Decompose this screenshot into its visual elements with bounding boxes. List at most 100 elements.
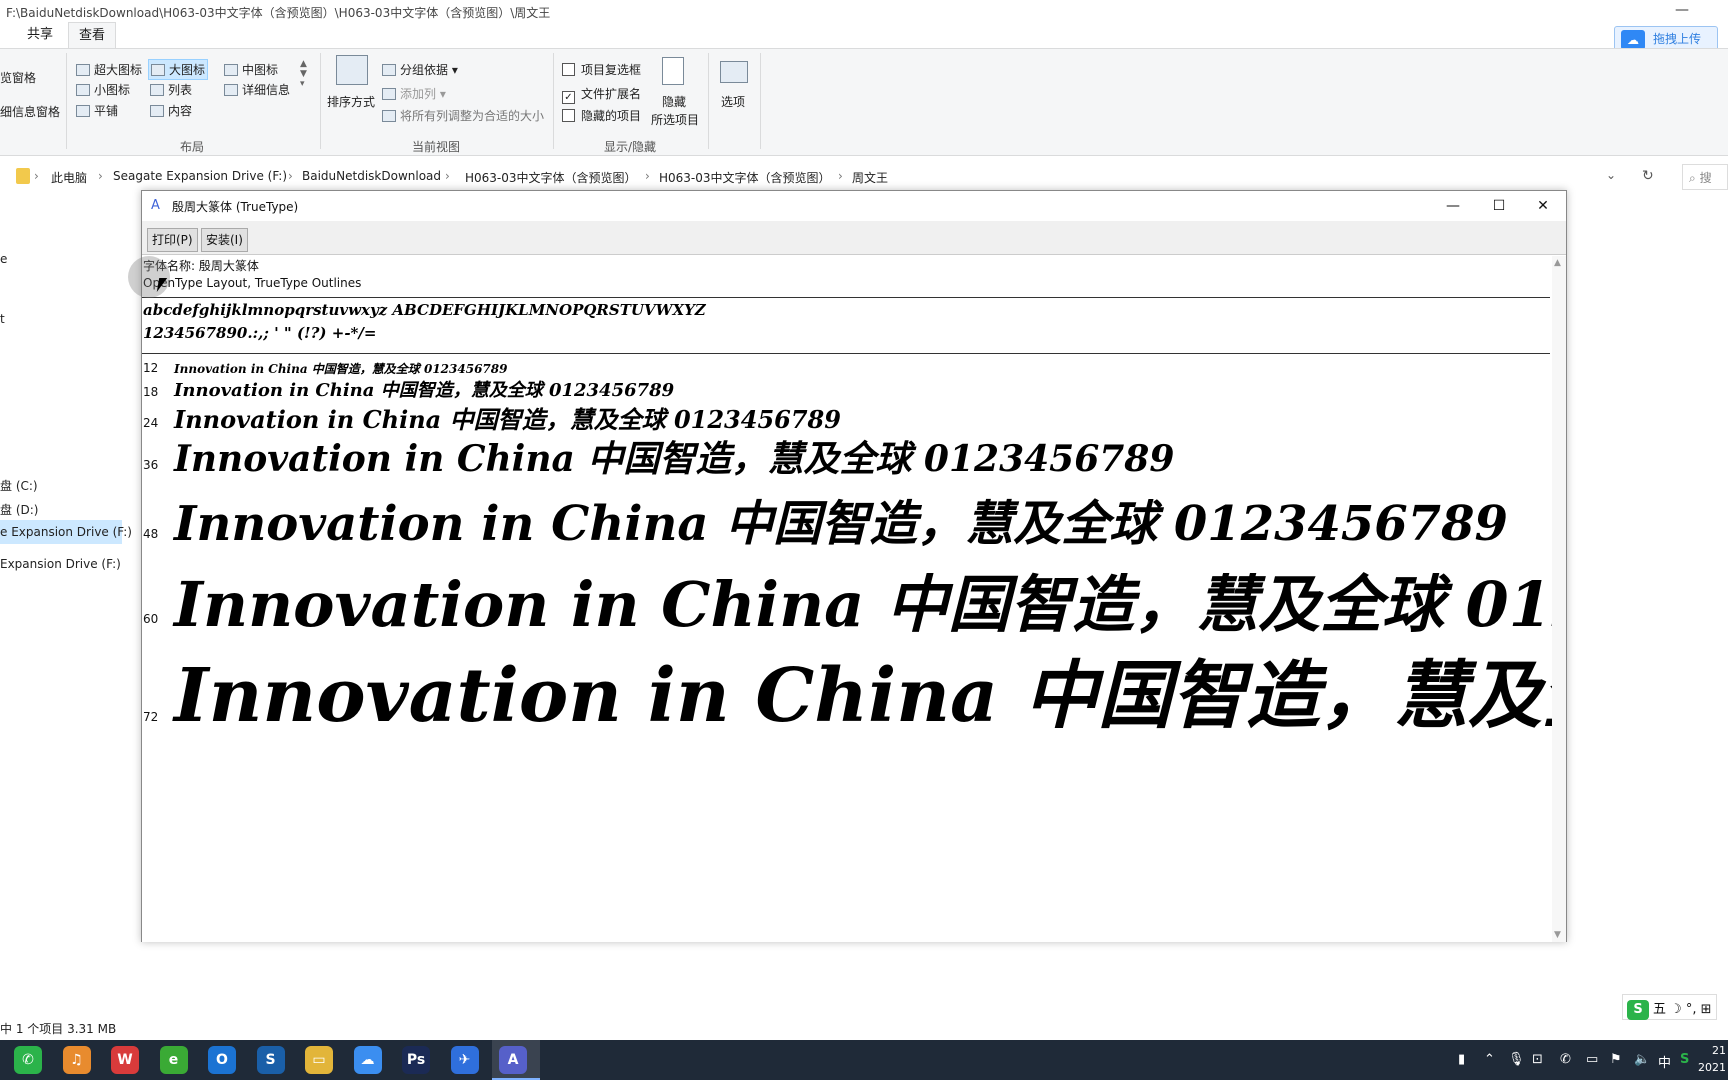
scroll-up-icon[interactable]: ▲ bbox=[1554, 258, 1561, 268]
taskbar-sketchup-icon[interactable]: S bbox=[256, 1046, 285, 1074]
maximize-button[interactable]: ☐ bbox=[1476, 191, 1522, 221]
hidden-items-toggle[interactable]: 隐藏的项目 bbox=[562, 107, 641, 124]
preview-pane-button[interactable]: 览窗格 bbox=[0, 69, 36, 86]
sogou-ime-icon: S bbox=[1627, 1000, 1649, 1020]
chevron-up-icon[interactable]: ⌃ bbox=[1484, 1052, 1495, 1067]
size-label-60: 60 bbox=[143, 612, 159, 626]
close-button[interactable]: ✕ bbox=[1520, 191, 1566, 221]
list-icon bbox=[150, 84, 164, 96]
breadcrumb-h063-1[interactable]: H063-03中文字体（含预览图） bbox=[465, 169, 637, 186]
print-button[interactable]: 打印(P) bbox=[147, 228, 198, 252]
minimize-button[interactable]: — bbox=[1672, 2, 1692, 22]
divider bbox=[760, 53, 761, 149]
details-pane-button[interactable]: 细信息窗格 bbox=[0, 103, 60, 120]
layout-content[interactable]: 内容 bbox=[150, 102, 192, 119]
chevron-right-icon: › bbox=[288, 169, 293, 183]
layout-tiles[interactable]: 平铺 bbox=[76, 102, 118, 119]
small-icons-icon bbox=[76, 84, 90, 96]
sogou-tray-icon[interactable]: S bbox=[1680, 1052, 1689, 1067]
options-icon[interactable] bbox=[720, 61, 748, 83]
address-bar[interactable]: › 此电脑 › Seagate Expansion Drive (F:) › B… bbox=[8, 166, 1608, 190]
nav-item-drive-d[interactable]: 盘 (D:) bbox=[0, 501, 38, 518]
minimize-button[interactable]: — bbox=[1430, 191, 1476, 221]
hide-selected-label-2[interactable]: 所选项目 bbox=[651, 111, 699, 128]
input-language-indicator[interactable]: 中 bbox=[1658, 1052, 1671, 1071]
font-viewer-titlebar[interactable]: A 殷周大篆体 (TrueType) — ☐ ✕ bbox=[142, 191, 1566, 221]
vertical-scrollbar[interactable]: ▲ ▼ bbox=[1552, 256, 1566, 942]
taskbar-wps-icon[interactable]: W bbox=[111, 1046, 139, 1074]
layout-label: 小图标 bbox=[94, 83, 131, 97]
layout-medium-icons[interactable]: 中图标 bbox=[224, 61, 278, 78]
tab-share[interactable]: 共享 bbox=[22, 22, 58, 48]
sample-row-12: Innovation in China 中国智造，慧及全球 0123456789 bbox=[174, 362, 508, 376]
font-viewer-window: A 殷周大篆体 (TrueType) — ☐ ✕ 打印(P) 安装(I) 字体名… bbox=[141, 190, 1567, 942]
details-icon bbox=[224, 84, 238, 96]
taskbar-font-viewer-icon[interactable]: A bbox=[499, 1046, 527, 1074]
taskbar-wechat-icon[interactable]: ✆ bbox=[14, 1046, 42, 1074]
search-input[interactable]: ⌕ 搜 bbox=[1682, 164, 1728, 190]
taskbar-baidunetdisk-icon[interactable]: ☁ bbox=[353, 1046, 382, 1074]
layout-small-icons[interactable]: 小图标 bbox=[76, 81, 130, 98]
sort-icon[interactable] bbox=[336, 55, 368, 85]
item-checkboxes-toggle[interactable]: 项目复选框 bbox=[562, 61, 641, 78]
taskbar-outlook-icon[interactable]: O bbox=[208, 1046, 236, 1074]
nav-item-drive-f-selected[interactable]: e Expansion Drive (F:) bbox=[0, 525, 132, 539]
checkbox-checked[interactable]: ✓ bbox=[562, 91, 575, 104]
ime-toolbar[interactable]: S 五 ☽ °, ⊞ bbox=[1622, 994, 1717, 1020]
layout-details[interactable]: 详细信息 bbox=[224, 81, 290, 98]
install-button[interactable]: 安装(I) bbox=[201, 228, 248, 252]
checkbox[interactable] bbox=[562, 63, 575, 76]
mic-icon[interactable]: 🎙 bbox=[1508, 1052, 1525, 1067]
network-icon[interactable]: ⊡ bbox=[1532, 1052, 1543, 1067]
hide-selected-icon[interactable] bbox=[662, 57, 684, 85]
tab-view[interactable]: 查看 bbox=[68, 22, 116, 48]
volume-icon[interactable]: 🔈 bbox=[1634, 1052, 1650, 1067]
taskbar-browser-icon[interactable]: e bbox=[159, 1046, 188, 1074]
taskbar-sound-icon[interactable]: ♫ bbox=[62, 1046, 91, 1074]
size-label-12: 12 bbox=[143, 361, 159, 375]
layout-label: 超大图标 bbox=[94, 63, 143, 77]
tiles-icon bbox=[76, 105, 90, 117]
breadcrumb-this-pc[interactable]: 此电脑 bbox=[51, 169, 87, 186]
address-dropdown-icon[interactable]: ⌄ bbox=[1606, 168, 1616, 182]
checkbox[interactable] bbox=[562, 109, 575, 122]
breadcrumb-h063-2[interactable]: H063-03中文字体（含预览图） bbox=[659, 169, 831, 186]
size-label-18: 18 bbox=[143, 385, 159, 399]
display-icon[interactable]: ▭ bbox=[1586, 1052, 1598, 1067]
taskbar-feishu-icon[interactable]: ✈ bbox=[450, 1046, 479, 1074]
security-icon[interactable]: ⚑ bbox=[1610, 1052, 1622, 1067]
nav-item[interactable]: e bbox=[0, 252, 7, 266]
add-column-button[interactable]: 添加列 ▾ bbox=[382, 85, 446, 102]
layout-large-icons[interactable]: 大图标 bbox=[148, 59, 209, 80]
font-file-icon: A bbox=[151, 198, 160, 213]
layout-extra-large-icons[interactable]: 超大图标 bbox=[76, 61, 142, 78]
layout-list[interactable]: 列表 bbox=[150, 81, 192, 98]
file-extensions-toggle[interactable]: ✓ 文件扩展名 bbox=[562, 85, 641, 104]
scroll-down-icon[interactable]: ▼ bbox=[1554, 930, 1561, 940]
nav-item-drive-f[interactable]: Expansion Drive (F:) bbox=[0, 557, 121, 571]
options-button[interactable]: 选项 bbox=[721, 93, 745, 110]
clock[interactable]: 21 2021 bbox=[1698, 1042, 1726, 1076]
chevron-right-icon: › bbox=[838, 169, 843, 183]
nav-item-drive-c[interactable]: 盘 (C:) bbox=[0, 477, 38, 494]
breadcrumb-zhouwenwang[interactable]: 周文王 bbox=[852, 169, 888, 186]
taskbar-explorer-icon[interactable]: ▭ bbox=[305, 1046, 333, 1074]
group-by-icon bbox=[382, 64, 396, 76]
taskbar-photoshop-icon[interactable]: Ps bbox=[402, 1046, 430, 1074]
wechat-tray-icon[interactable]: ✆ bbox=[1560, 1052, 1571, 1067]
hide-selected-label-1[interactable]: 隐藏 bbox=[662, 93, 686, 110]
fit-columns-button[interactable]: 将所有列调整为合适的大小 bbox=[382, 107, 544, 124]
font-viewer-title: 殷周大篆体 (TrueType) bbox=[172, 200, 299, 214]
show-hide-group-label: 显示/隐藏 bbox=[604, 140, 657, 154]
ime-status-text: 五 ☽ °, ⊞ bbox=[1653, 1002, 1712, 1017]
group-by-label: 分组依据 bbox=[400, 63, 449, 77]
layout-scroll-arrows[interactable]: ▲ ▼ ▾ bbox=[300, 59, 307, 89]
size-label-36: 36 bbox=[143, 458, 159, 472]
breadcrumb-drive-f[interactable]: Seagate Expansion Drive (F:) bbox=[113, 169, 287, 183]
group-by-button[interactable]: 分组依据 ▾ bbox=[382, 61, 458, 78]
nav-item[interactable]: t bbox=[0, 312, 5, 326]
battery-icon[interactable]: ▮ bbox=[1458, 1052, 1465, 1067]
breadcrumb-baidu-download[interactable]: BaiduNetdiskDownload bbox=[302, 169, 441, 183]
sort-by-button[interactable]: 排序方式 bbox=[327, 93, 375, 110]
refresh-icon[interactable]: ↻ bbox=[1642, 168, 1654, 184]
